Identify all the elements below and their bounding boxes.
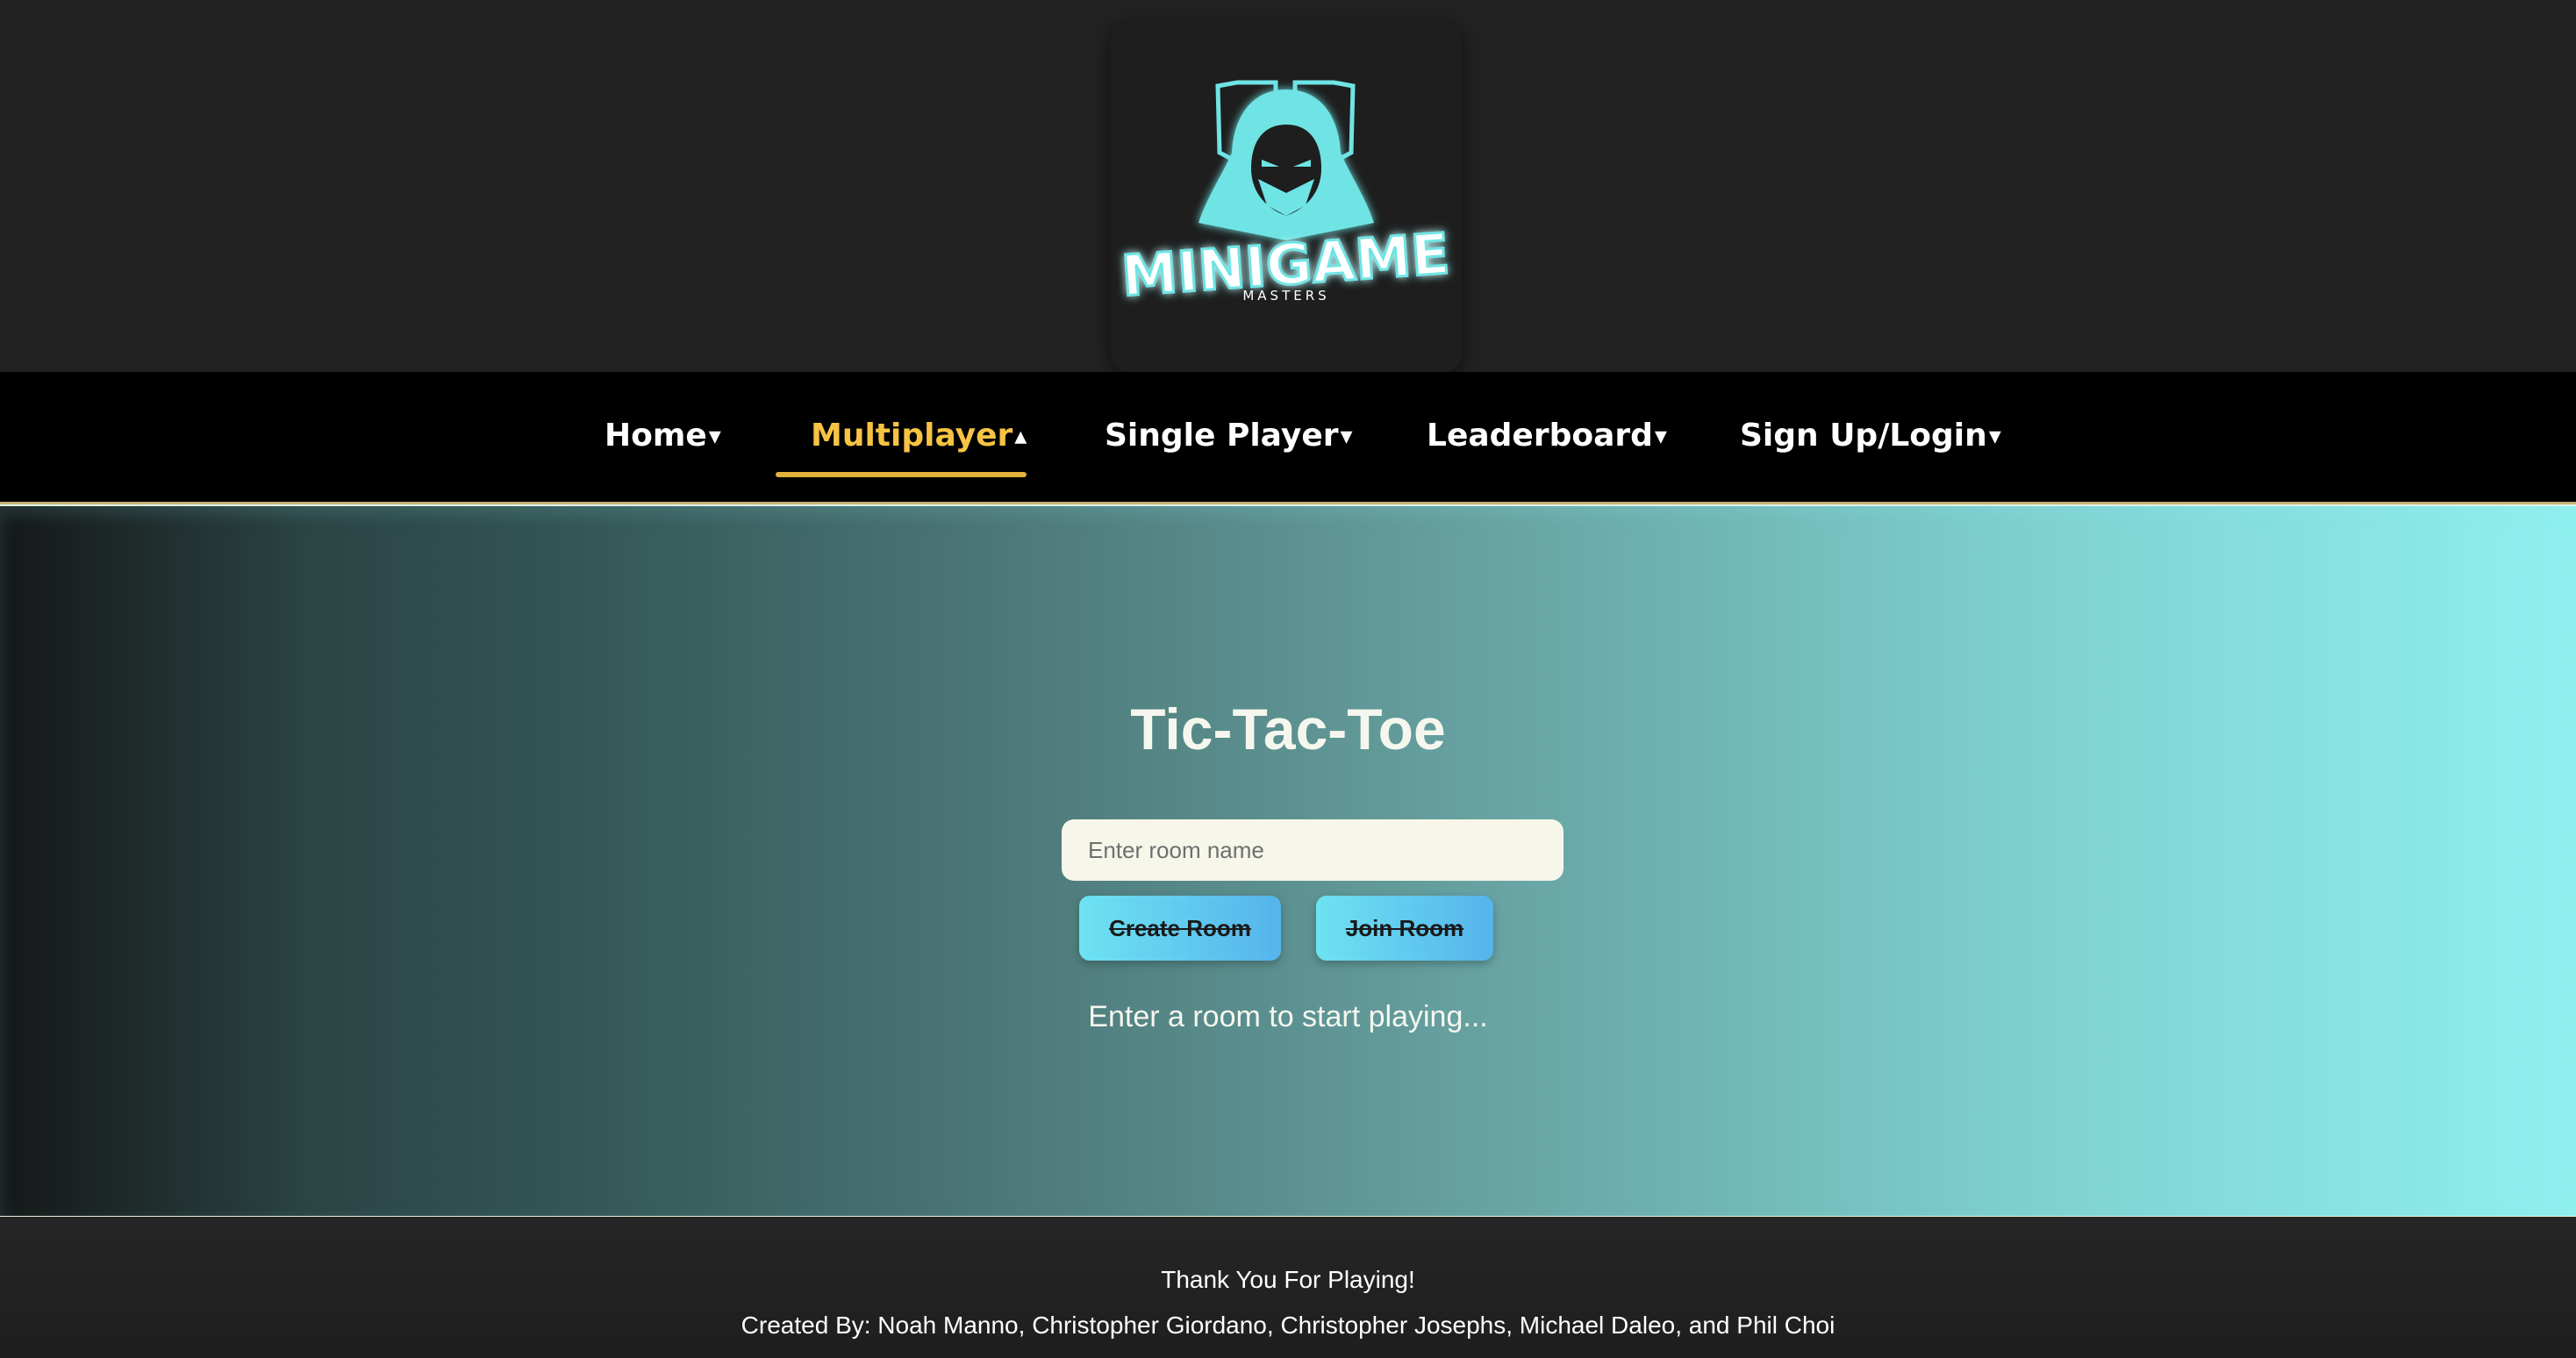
nav-item-single-player[interactable]: Single Player ▾ [1105,411,1353,460]
chevron-down-icon: ▾ [1340,420,1353,450]
nav-item-label: Leaderboard [1427,417,1653,454]
nav-item-label: Single Player [1105,417,1339,454]
chevron-down-icon: ▾ [708,420,721,450]
nav-item-multiplayer[interactable]: Multiplayer ▴ [811,411,1027,460]
nav-item-leaderboard[interactable]: Leaderboard ▾ [1427,411,1667,460]
page: MINIGAME MASTERS Home ▾ Multiplayer ▴ Sing… [0,0,2576,1358]
nav-item-home[interactable]: Home ▾ [605,411,721,460]
page-title: Tic-Tac-Toe [1130,697,1446,761]
nav-item-label: Sign Up/Login [1740,417,1987,454]
footer: Thank You For Playing! Created By: Noah … [0,1217,2576,1358]
hooded-ninja-logo-icon: MINIGAME MASTERS [1118,80,1453,311]
logo-subtitle: MASTERS [1242,288,1329,304]
create-room-button[interactable]: Create Room [1079,896,1281,961]
chevron-up-icon: ▴ [1014,420,1027,450]
nav-item-sign-up-login[interactable]: Sign Up/Login ▾ [1740,411,2001,460]
active-nav-underline [776,472,1027,477]
site-logo[interactable]: MINIGAME MASTERS [1111,21,1462,372]
main-nav: Home ▾ Multiplayer ▴ Single Player ▾ Leader… [0,372,2576,504]
game-lobby: Tic-Tac-Toe Create Room Join Room Enter … [0,504,2576,1219]
footer-thanks: Thank You For Playing! [1161,1266,1415,1293]
footer-credits: Created By: Noah Manno, Christopher Gior… [741,1312,1835,1339]
nav-item-label: Multiplayer [811,417,1013,454]
room-name-input[interactable] [1062,819,1563,881]
status-message: Enter a room to start playing... [1088,1000,1488,1033]
nav-item-label: Home [605,417,707,454]
chevron-down-icon: ▾ [1654,420,1667,450]
join-room-button[interactable]: Join Room [1316,896,1493,961]
header: MINIGAME MASTERS [0,0,2576,372]
chevron-down-icon: ▾ [1988,420,2001,450]
